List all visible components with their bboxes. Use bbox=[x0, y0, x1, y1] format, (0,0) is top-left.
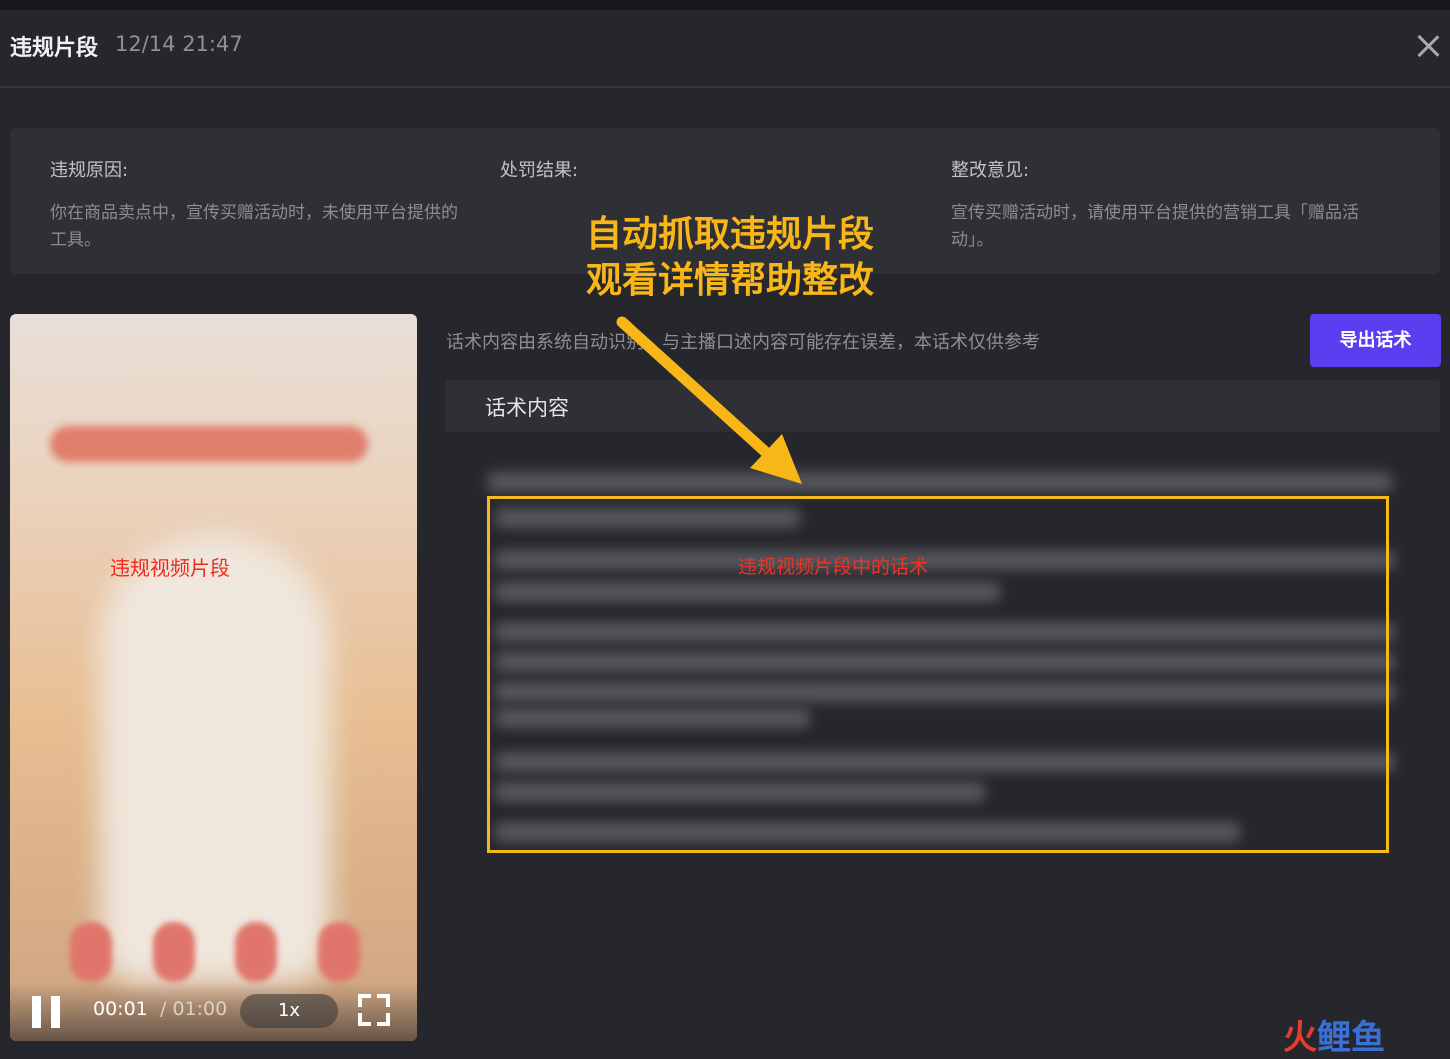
annotation-callout: 自动抓取违规片段 观看详情帮助整改 bbox=[586, 212, 874, 304]
annotation-line-2: 观看详情帮助整改 bbox=[586, 260, 875, 301]
watermark-blue: 鲤鱼 bbox=[1317, 1018, 1385, 1058]
annotation-line-1: 自动抓取违规片段 bbox=[586, 214, 875, 255]
watermark-red: 火 bbox=[1283, 1018, 1317, 1058]
annotation-arrow-icon bbox=[616, 316, 802, 484]
